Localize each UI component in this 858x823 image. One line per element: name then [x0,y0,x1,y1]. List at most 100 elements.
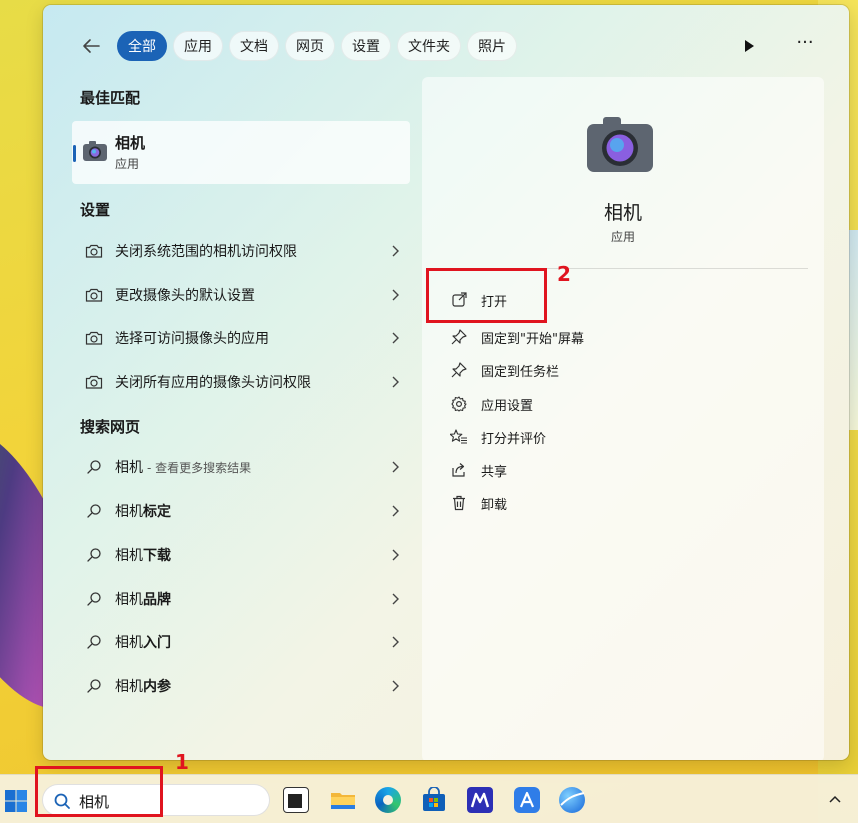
web-search-heading: 搜索网页 [80,418,141,436]
back-arrow-icon [83,39,100,53]
search-icon [83,456,105,478]
pin-icon [449,327,469,347]
camera-app-large-icon [587,117,653,172]
pin-to-start-action[interactable]: 固定到"开始"屏幕 [449,325,584,349]
chevron-right-icon [392,636,399,648]
settings-item[interactable]: 更改摄像头的默认设置 [83,280,399,310]
search-icon [83,631,105,653]
rate-review-label: 打分并评价 [481,431,547,447]
chevron-right-icon [392,505,399,517]
play-button[interactable] [739,36,759,56]
chevron-right-icon [392,289,399,301]
annotation-box-search [35,766,163,817]
chevron-right-icon [392,549,399,561]
file-explorer-icon[interactable] [330,787,356,813]
share-label: 共享 [481,464,508,480]
best-match-heading: 最佳匹配 [80,89,141,107]
web-search-hint: - 查看更多搜索结果 [147,460,252,475]
settings-item-label: 关闭所有应用的摄像头访问权限 [115,375,311,391]
search-icon [83,675,105,697]
web-search-item[interactable]: 相机 入门 [83,627,399,657]
app-settings-action[interactable]: 应用设置 [449,392,533,416]
edge-browser-icon[interactable] [375,787,401,813]
rate-review-action[interactable]: 打分并评价 [449,425,546,449]
chevron-right-icon [392,680,399,692]
play-icon [745,40,754,52]
windows-start-icon[interactable] [4,789,28,813]
camera-outline-icon [83,284,105,306]
camera-outline-icon [83,371,105,393]
app-settings-label: 应用设置 [481,398,534,414]
web-search-suffix: 品牌 [143,592,171,608]
chevron-right-icon [392,461,399,473]
search-icon [83,500,105,522]
annotation-box-open [426,268,547,323]
web-search-item[interactable]: 相机 品牌 [83,584,399,614]
chevron-right-icon [392,332,399,344]
web-search-item[interactable]: 相机 - 查看更多搜索结果 [83,452,399,482]
web-search-suffix: 内参 [143,679,171,695]
camera-app-icon [83,141,107,161]
web-search-prefix: 相机 [115,679,143,695]
web-search-prefix: 相机 [115,635,143,651]
settings-item[interactable]: 选择可访问摄像头的应用 [83,323,399,353]
filter-all[interactable]: 全部 [117,31,167,61]
pin-to-start-label: 固定到"开始"屏幕 [481,331,584,347]
browser-globe-icon[interactable] [559,787,585,813]
pin-to-taskbar-label: 固定到任务栏 [481,364,560,380]
share-icon [449,460,469,480]
detail-pane: 相机 应用 打开 固定到"开始"屏幕 固定到任务栏 应用设置 打分并评价 共享 … [422,77,824,760]
web-search-prefix: 相机 [115,548,143,564]
filter-settings[interactable]: 设置 [341,31,391,61]
app-icon-ma[interactable] [467,787,493,813]
camera-outline-icon [83,327,105,349]
web-search-item[interactable]: 相机 标定 [83,496,399,526]
annotation-number-1: 1 [175,750,189,774]
settings-item-label: 更改摄像头的默认设置 [115,288,255,304]
annotation-number-2: 2 [557,262,571,286]
settings-heading: 设置 [80,201,111,219]
detail-app-name: 相机 [603,202,642,224]
filter-apps[interactable]: 应用 [173,31,223,61]
task-view-icon[interactable] [283,787,309,813]
selection-indicator [73,145,76,162]
trash-icon [449,493,469,513]
uninstall-action[interactable]: 卸载 [449,491,507,515]
filter-photos[interactable]: 照片 [467,31,517,61]
camera-outline-icon [83,240,105,262]
back-button[interactable] [75,30,107,62]
uninstall-label: 卸载 [481,497,508,513]
share-action[interactable]: 共享 [449,458,507,482]
filter-folders[interactable]: 文件夹 [397,31,461,61]
app-icon-a[interactable] [514,787,540,813]
filter-documents[interactable]: 文档 [229,31,279,61]
settings-item[interactable]: 关闭系统范围的相机访问权限 [83,236,399,266]
pin-icon [449,360,469,380]
chevron-up-icon[interactable] [828,793,842,805]
pin-to-taskbar-action[interactable]: 固定到任务栏 [449,358,559,382]
web-search-suffix: 入门 [143,635,171,651]
best-match-type: 应用 [115,157,140,171]
filter-bar: 全部 应用 文档 网页 设置 文件夹 照片 [75,30,517,62]
star-rating-icon [449,427,469,447]
chevron-right-icon [392,376,399,388]
settings-item-label: 选择可访问摄像头的应用 [115,331,269,347]
detail-app-type: 应用 [610,230,635,244]
microsoft-store-icon[interactable] [421,786,447,813]
settings-item[interactable]: 关闭所有应用的摄像头访问权限 [83,367,399,397]
more-options-button[interactable]: ··· [794,34,816,56]
web-search-suffix: 标定 [143,504,171,520]
web-search-suffix: 下载 [143,548,171,564]
settings-item-label: 关闭系统范围的相机访问权限 [115,244,297,260]
web-search-item[interactable]: 相机 内参 [83,671,399,701]
search-icon [83,588,105,610]
best-match-camera[interactable]: 相机 应用 [72,121,410,184]
search-panel: 全部 应用 文档 网页 设置 文件夹 照片 ··· 最佳匹配 相机 应用 设置 … [43,5,849,760]
web-search-item[interactable]: 相机 下载 [83,540,399,570]
search-icon [83,544,105,566]
web-search-query: 相机 [115,460,143,476]
web-search-prefix: 相机 [115,504,143,520]
gear-icon [449,394,469,414]
chevron-right-icon [392,593,399,605]
filter-web[interactable]: 网页 [285,31,335,61]
